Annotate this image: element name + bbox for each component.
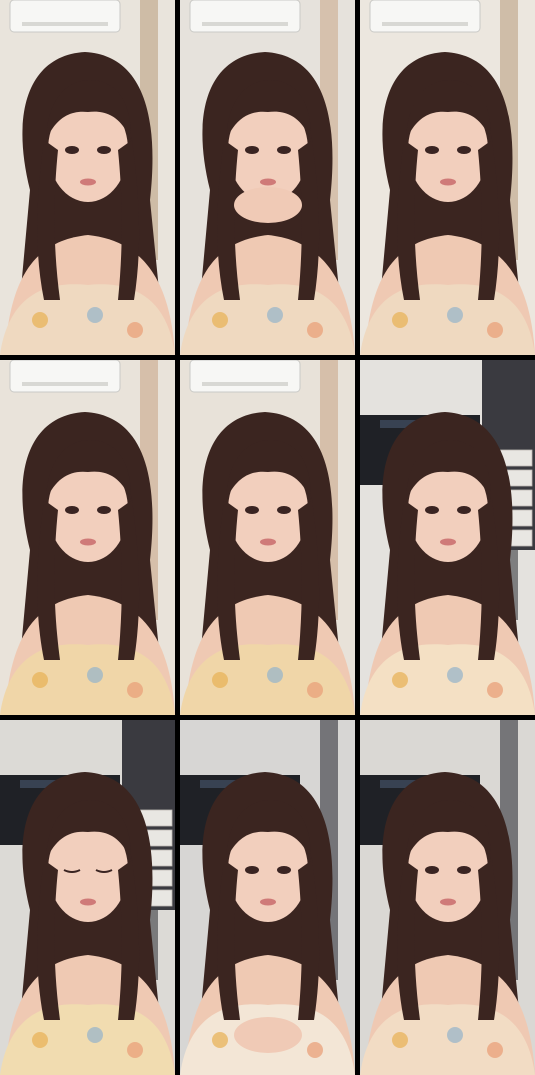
air-conditioner (189, 360, 301, 393)
video-frame-8 (180, 720, 355, 1075)
video-frame-6 (360, 360, 535, 715)
dress-pattern (127, 682, 143, 698)
dress-pattern (447, 667, 463, 683)
right-eye (457, 506, 471, 514)
dress-pattern (212, 312, 228, 328)
dress-pattern (87, 667, 103, 683)
frame-image (0, 0, 175, 355)
frame-image (0, 720, 175, 1075)
right-eye (457, 146, 471, 154)
frame-image (360, 0, 535, 355)
right-eye (97, 506, 111, 514)
left-eye (425, 506, 439, 514)
video-frame-2 (180, 0, 355, 355)
air-conditioner (9, 360, 121, 393)
lips (440, 538, 456, 546)
frame-image (180, 360, 355, 715)
air-conditioner (9, 0, 121, 33)
lips (260, 898, 276, 906)
left-eye (245, 506, 259, 514)
right-eye (277, 146, 291, 154)
right-eye (97, 146, 111, 154)
lips (80, 538, 96, 546)
dress-pattern (127, 322, 143, 338)
frame-image (360, 360, 535, 715)
dress-pattern (87, 1027, 103, 1043)
lips (260, 538, 276, 546)
video-frame-5 (180, 360, 355, 715)
dress-pattern (212, 1032, 228, 1048)
video-frame-7 (0, 720, 175, 1075)
frame-image (0, 360, 175, 715)
left-eye (65, 146, 79, 154)
video-frame-9 (360, 720, 535, 1075)
dress-pattern (487, 1042, 503, 1058)
left-eye (65, 506, 79, 514)
photo-collage-grid (0, 0, 535, 1075)
dress-pattern (392, 312, 408, 328)
lips (80, 898, 96, 906)
dress-pattern (212, 672, 228, 688)
left-eye (425, 866, 439, 874)
dress-pattern (32, 312, 48, 328)
video-frame-1 (0, 0, 175, 355)
dress-pattern (32, 1032, 48, 1048)
hands (234, 187, 302, 223)
frame-image (180, 0, 355, 355)
frame-image (360, 720, 535, 1075)
dress-pattern (307, 682, 323, 698)
right-eye (277, 866, 291, 874)
video-frame-4 (0, 360, 175, 715)
dress-pattern (32, 672, 48, 688)
dress-pattern (267, 307, 283, 323)
dress-pattern (267, 667, 283, 683)
left-eye (245, 146, 259, 154)
air-conditioner (189, 0, 301, 33)
dress-pattern (487, 322, 503, 338)
dress-pattern (392, 672, 408, 688)
air-conditioner (369, 0, 481, 33)
lips (260, 178, 276, 186)
right-eye (457, 866, 471, 874)
dress-pattern (307, 1042, 323, 1058)
dress-pattern (487, 682, 503, 698)
hands (234, 1017, 302, 1053)
lips (440, 178, 456, 186)
dress-pattern (307, 322, 323, 338)
dress-pattern (87, 307, 103, 323)
dress-pattern (127, 1042, 143, 1058)
lips (80, 178, 96, 186)
dress-pattern (447, 1027, 463, 1043)
dress-pattern (447, 307, 463, 323)
left-eye (425, 146, 439, 154)
dress-pattern (392, 1032, 408, 1048)
frame-image (180, 720, 355, 1075)
lips (440, 898, 456, 906)
right-eye (277, 506, 291, 514)
video-frame-3 (360, 0, 535, 355)
left-eye (245, 866, 259, 874)
